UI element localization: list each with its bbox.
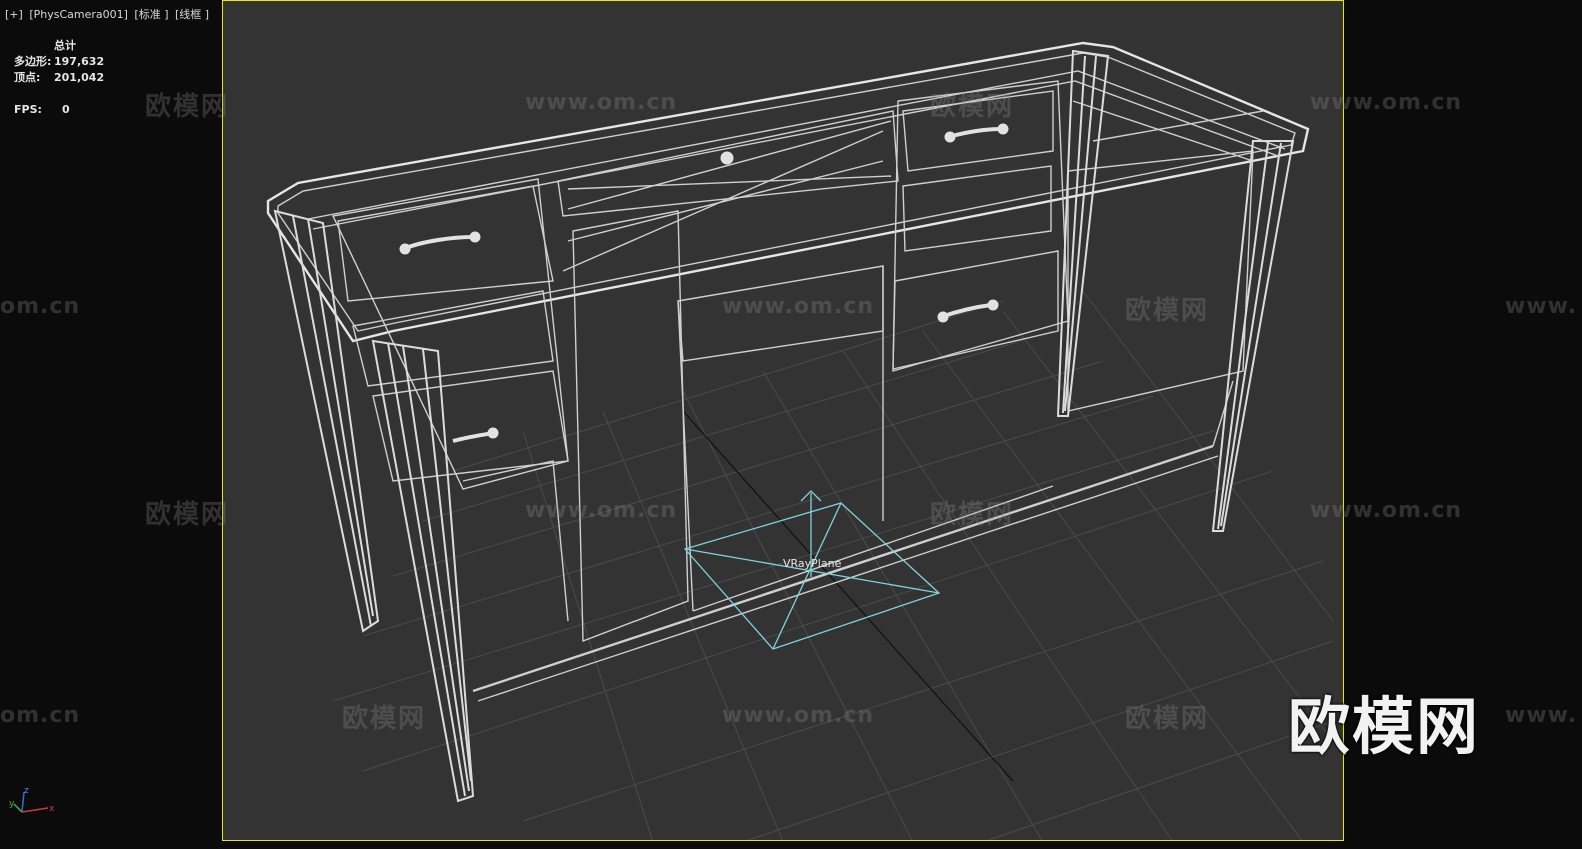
watermark-url-left: www.	[1505, 294, 1577, 319]
stats-fps-label: FPS:	[14, 103, 42, 116]
stats-polygons-row: 多边形: 197,632	[14, 54, 104, 70]
watermark-cn: 欧模网	[1125, 704, 1210, 734]
watermark-url: www.om.cn	[722, 703, 875, 728]
viewport-display-wireframe[interactable]: [线框 ]	[175, 8, 209, 21]
stats-polygons-value: 197,632	[54, 55, 105, 68]
watermark-url-partial: om.cn	[0, 703, 81, 728]
site-logo: 欧模网	[1288, 690, 1481, 763]
watermark-cn: 欧模网	[1125, 296, 1210, 326]
watermark-url: www.om.cn	[1310, 498, 1463, 523]
vray-plane-label[interactable]: VRayPlane	[783, 557, 842, 570]
axis-z-label: z	[24, 786, 29, 796]
stats-fps-value: 0	[62, 103, 70, 116]
axis-y-label: y	[9, 799, 15, 809]
stats-fps-row: FPS: 0	[14, 102, 104, 118]
stats-vertices-value: 201,042	[54, 71, 105, 84]
statistics-panel: 总计 多边形: 197,632 顶点: 201,042 FPS: 0	[14, 38, 104, 118]
viewport-menu-plus[interactable]: [+]	[5, 8, 23, 21]
watermark-cn: 欧模网	[342, 704, 427, 734]
stats-header: 总计	[54, 39, 76, 52]
watermark-cn: 欧模网	[930, 500, 1015, 530]
watermark-url: www.om.cn	[722, 294, 875, 319]
watermark-cn: 欧模网	[930, 92, 1015, 122]
viewport-label-bar: [+] [PhysCamera001] [标准 ] [线框 ]	[5, 6, 212, 22]
viewport-shading-standard[interactable]: [标准 ]	[134, 8, 168, 21]
viewport-window: [+] [PhysCamera001] [标准 ] [线框 ] 总计 多边形: …	[0, 0, 1582, 849]
watermark-url-left: www.	[1505, 703, 1577, 728]
watermark-cn: 欧模网	[145, 92, 230, 122]
desk-wireframe[interactable]	[266, 41, 1310, 702]
viewport-camera-label[interactable]: [PhysCamera001]	[29, 8, 128, 21]
stats-polygons-label: 多边形:	[14, 55, 52, 68]
axis-x-label: x	[49, 804, 55, 814]
watermark-cn: 欧模网	[145, 500, 230, 530]
stats-vertices-label: 顶点:	[14, 71, 41, 84]
stats-vertices-row: 顶点: 201,042	[14, 70, 104, 86]
axis-tripod-icon: x z y	[9, 786, 55, 814]
watermark-url: www.om.cn	[525, 498, 678, 523]
watermark-url: www.om.cn	[525, 90, 678, 115]
watermark-url-partial: om.cn	[0, 294, 81, 319]
watermark-url: www.om.cn	[1310, 90, 1463, 115]
